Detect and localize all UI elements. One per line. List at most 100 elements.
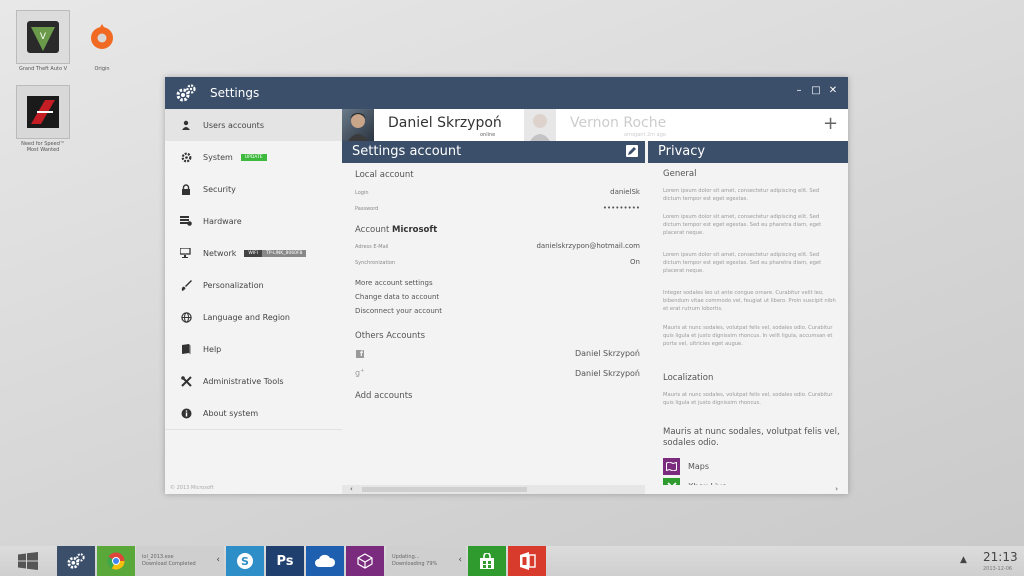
sidebar-item-help[interactable]: Help — [165, 333, 342, 365]
sidebar-item-label: About system — [203, 408, 259, 418]
app-item-maps[interactable]: Maps — [663, 458, 709, 475]
current-user-name[interactable]: Daniel Skrzypoń — [388, 115, 502, 131]
desktop-icon-label: Grand Theft Auto V — [18, 66, 68, 72]
users-bar: Daniel Skrzypoń online Vernon Roche arro… — [342, 109, 848, 141]
network-wifi-badge: WIFI — [244, 249, 263, 257]
sync-label: Synchronization — [355, 260, 396, 266]
google-plus-icon: g+ — [355, 368, 365, 378]
sidebar-item-language-region[interactable]: Language and Region — [165, 301, 342, 333]
privacy-paragraph: Lorem ipsum dolor sit amet, consectetur … — [663, 252, 822, 274]
windows-logo-icon — [17, 552, 38, 570]
app-label: Maps — [688, 462, 710, 471]
gta-logo-icon: V — [27, 21, 59, 53]
taskbar-download-completed[interactable]: lol_2013.exe Download Completed ‹ — [136, 546, 224, 576]
desktop-icon-gta[interactable]: V Grand Theft Auto V — [15, 10, 71, 72]
horizontal-scrollbar[interactable]: ‹ — [342, 485, 645, 494]
sidebar-item-personalization[interactable]: Personalization — [165, 269, 342, 301]
taskbar-onedrive[interactable] — [306, 546, 344, 576]
sidebar-item-label: System — [203, 152, 233, 162]
taskbar-skype[interactable]: S — [226, 546, 264, 576]
scrollbar-thumb[interactable] — [362, 487, 527, 492]
sidebar-item-users-accounts[interactable]: Users accounts — [165, 109, 342, 141]
login-value[interactable]: danielSk — [610, 188, 640, 196]
chevron-left-icon[interactable]: ‹ — [216, 555, 220, 565]
settings-account-panel: Local account Login danielSk Password ••… — [342, 163, 645, 494]
minimize-button[interactable]: – — [793, 85, 805, 96]
skype-icon: S — [237, 553, 253, 569]
disconnect-account-link[interactable]: Disconnect your account — [355, 307, 442, 315]
close-button[interactable]: ✕ — [827, 85, 839, 96]
clock-time[interactable]: 21:13 — [983, 550, 1018, 564]
settings-window: Settings – □ ✕ Users accounts System UPD… — [165, 77, 848, 494]
tray-expand-icon[interactable]: ▲ — [960, 555, 967, 565]
sidebar-item-label: Security — [203, 184, 236, 194]
chevron-left-icon[interactable]: ‹ — [458, 555, 462, 565]
account-heading-prefix: Account — [355, 225, 390, 235]
desktop-icon-label: Need for Speed™ Most Wanted — [21, 141, 65, 153]
start-button[interactable] — [0, 546, 55, 576]
more-account-settings-link[interactable]: More account settings — [355, 279, 433, 287]
book-icon — [177, 343, 195, 355]
change-data-link[interactable]: Change data to account — [355, 293, 439, 301]
password-value[interactable]: ••••••••• — [603, 204, 640, 212]
sidebar-item-system[interactable]: System UPDATE — [165, 141, 342, 173]
download-file-name: lol_2013.exe — [142, 554, 174, 560]
network-ssid-badge: TP-LINK_8060F8 — [262, 249, 307, 257]
avatar-daniel[interactable] — [342, 109, 374, 141]
scroll-right-icon[interactable]: › — [835, 485, 838, 493]
taskbar-settings[interactable] — [57, 546, 95, 576]
taskbar-downloading[interactable]: Updating... Downloading 79% ‹ — [386, 546, 466, 576]
svg-text:V: V — [40, 32, 47, 42]
update-title: Updating... — [392, 554, 420, 560]
desktop-icon-origin[interactable]: Origin — [74, 10, 130, 72]
email-label: Adress E-Mail — [355, 244, 389, 250]
sidebar-item-security[interactable]: Security — [165, 173, 342, 205]
tools-icon — [177, 375, 195, 387]
taskbar: lol_2013.exe Download Completed ‹ S Ps U… — [0, 546, 1024, 576]
store-bag-icon — [480, 553, 494, 569]
info-icon — [177, 408, 195, 419]
taskbar-photoshop[interactable]: Ps — [266, 546, 304, 576]
add-user-button[interactable]: + — [823, 113, 838, 134]
settings-account-header: Settings account — [342, 141, 645, 163]
privacy-scrollbar[interactable]: › — [648, 485, 848, 494]
taskbar-store[interactable] — [468, 546, 506, 576]
avatar-vernon[interactable] — [524, 109, 556, 141]
sidebar-item-about-system[interactable]: About system — [165, 397, 342, 429]
sidebar-item-label: Personalization — [203, 280, 264, 290]
user-icon — [177, 120, 195, 130]
desktop-icon-label: Origin — [94, 66, 110, 72]
sync-value[interactable]: On — [630, 258, 640, 266]
edit-pencil-icon[interactable] — [626, 145, 638, 157]
scroll-left-icon[interactable]: ‹ — [350, 485, 353, 493]
sidebar-item-label: Hardware — [203, 216, 242, 226]
maximize-button[interactable]: □ — [810, 85, 822, 96]
sidebar-item-administrative-tools[interactable]: Administrative Tools — [165, 365, 342, 397]
taskbar-office[interactable] — [508, 546, 546, 576]
add-accounts-link[interactable]: Add accounts — [355, 391, 412, 401]
sidebar-item-network[interactable]: Network WIFI TP-LINK_8060F8 — [165, 237, 342, 269]
privacy-paragraph: Integer sodales leo ut ante congue ornar… — [663, 290, 836, 312]
taskbar-chrome[interactable] — [97, 546, 135, 576]
photoshop-icon: Ps — [276, 553, 294, 569]
facebook-account-name[interactable]: Daniel Skrzypoń — [575, 349, 640, 358]
taskbar-app-purple[interactable] — [346, 546, 384, 576]
cloud-icon — [315, 554, 336, 567]
sidebar-item-hardware[interactable]: Hardware — [165, 205, 342, 237]
cube-icon — [357, 553, 373, 569]
email-value[interactable]: danielskrzypon@hotmail.com — [536, 242, 640, 250]
settings-gear-icon — [67, 553, 85, 569]
title-bar: Settings – □ ✕ — [165, 77, 848, 109]
general-heading: General — [663, 169, 697, 179]
google-plus-account-name[interactable]: Daniel Skrzypoń — [575, 369, 640, 378]
privacy-header: Privacy — [648, 141, 848, 163]
other-user-name[interactable]: Vernon Roche — [570, 115, 666, 131]
clock-date: 2013-12-06 — [983, 566, 1013, 572]
local-account-heading: Local account — [355, 170, 414, 180]
localization-heading: Localization — [663, 373, 714, 383]
account-heading-provider: Microsoft — [392, 225, 438, 235]
current-user-status: online — [480, 132, 496, 138]
desktop-icon-nfs[interactable]: Need for Speed™ Most Wanted — [15, 85, 71, 153]
other-user-status: arrogant 2m ago — [624, 132, 666, 138]
globe-icon — [177, 311, 195, 323]
